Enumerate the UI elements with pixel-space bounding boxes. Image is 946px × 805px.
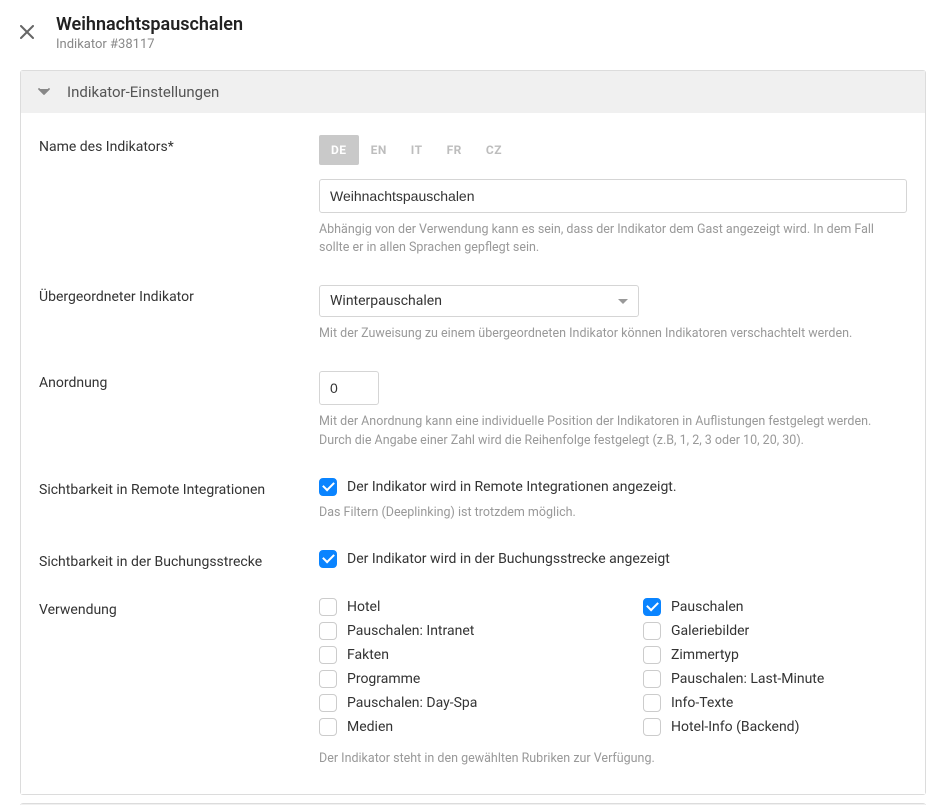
panel-body-settings: Name des Indikators* DE EN IT FR CZ Abhä… <box>21 113 925 794</box>
usage-gallery-label: Galeriebilder <box>671 623 749 639</box>
label-parent-indicator: Übergeordneter Indikator <box>39 285 319 343</box>
usage-packages-intranet-checkbox[interactable] <box>319 622 337 640</box>
usage-packages-checkbox[interactable] <box>643 598 661 616</box>
label-order: Anordnung <box>39 371 319 449</box>
usage-infotexts-checkbox[interactable] <box>643 694 661 712</box>
lang-tab-it[interactable]: IT <box>399 135 435 165</box>
modal-header: Weihnachtspauschalen Indikator #38117 <box>0 0 946 70</box>
lang-tab-fr[interactable]: FR <box>435 135 474 165</box>
label-remote-visibility: Sichtbarkeit in Remote Integrationen <box>39 478 319 522</box>
booking-visibility-checkbox[interactable] <box>319 550 337 568</box>
parent-indicator-value: Winterpauschalen <box>330 293 442 309</box>
lang-tab-en[interactable]: EN <box>359 135 399 165</box>
usage-packages-intranet-label: Pauschalen: Intranet <box>347 623 474 639</box>
usage-infotexts-label: Info-Texte <box>671 695 733 711</box>
help-usage: Der Indikator steht in den gewählten Rub… <box>319 750 907 768</box>
usage-roomtype-checkbox[interactable] <box>643 646 661 664</box>
usage-packages-dayspa-checkbox[interactable] <box>319 694 337 712</box>
order-input[interactable] <box>319 371 379 405</box>
usage-packages-dayspa-label: Pauschalen: Day-Spa <box>347 695 477 711</box>
usage-facts-label: Fakten <box>347 647 389 663</box>
label-booking-visibility: Sichtbarkeit in der Buchungsstrecke <box>39 550 319 570</box>
usage-media-label: Medien <box>347 719 393 735</box>
usage-col-left: Hotel Pauschalen: Intranet Fakten Progra… <box>319 598 583 742</box>
chevron-down-icon <box>37 85 51 99</box>
settings-modal: Weihnachtspauschalen Indikator #38117 In… <box>0 0 946 805</box>
panel-indicator-settings: Indikator-Einstellungen Name des Indikat… <box>20 70 926 795</box>
modal-body: Indikator-Einstellungen Name des Indikat… <box>0 70 946 805</box>
usage-hotel-checkbox[interactable] <box>319 598 337 616</box>
usage-hotelinfo-backend-checkbox[interactable] <box>643 718 661 736</box>
usage-hotel-label: Hotel <box>347 599 380 615</box>
remote-visibility-checkbox[interactable] <box>319 478 337 496</box>
help-order: Mit der Anordnung kann eine individuelle… <box>319 413 907 449</box>
parent-indicator-select[interactable]: Winterpauschalen <box>319 285 639 317</box>
close-icon[interactable] <box>20 22 34 42</box>
usage-programs-checkbox[interactable] <box>319 670 337 688</box>
usage-packages-lastminute-checkbox[interactable] <box>643 670 661 688</box>
help-remote-visibility: Das Filtern (Deeplinking) ist trotzdem m… <box>319 504 907 522</box>
usage-programs-label: Programme <box>347 671 420 687</box>
label-indicator-name: Name des Indikators* <box>39 135 319 257</box>
usage-facts-checkbox[interactable] <box>319 646 337 664</box>
help-parent-indicator: Mit der Zuweisung zu einem übergeordnete… <box>319 325 907 343</box>
help-indicator-name: Abhängig von der Verwendung kann es sein… <box>319 221 907 257</box>
booking-visibility-check-label: Der Indikator wird in der Buchungsstreck… <box>347 550 670 568</box>
usage-col-right: Pauschalen Galeriebilder Zimmertyp Pausc… <box>643 598 907 742</box>
lang-tab-de[interactable]: DE <box>319 135 359 165</box>
usage-packages-label: Pauschalen <box>671 599 744 615</box>
label-usage: Verwendung <box>39 598 319 768</box>
usage-roomtype-label: Zimmertyp <box>671 647 739 663</box>
panel-title-settings: Indikator-Einstellungen <box>67 83 219 101</box>
usage-gallery-checkbox[interactable] <box>643 622 661 640</box>
lang-tab-cz[interactable]: CZ <box>474 135 514 165</box>
language-tabs: DE EN IT FR CZ <box>319 135 907 165</box>
usage-hotelinfo-backend-label: Hotel-Info (Backend) <box>671 719 799 735</box>
chevron-down-icon <box>618 293 628 309</box>
remote-visibility-check-label: Der Indikator wird in Remote Integration… <box>347 478 677 496</box>
page-title: Weihnachtspauschalen <box>56 14 243 35</box>
usage-packages-lastminute-label: Pauschalen: Last-Minute <box>671 671 824 687</box>
usage-media-checkbox[interactable] <box>319 718 337 736</box>
page-subtitle: Indikator #38117 <box>56 37 243 52</box>
indicator-name-input[interactable] <box>319 179 907 213</box>
panel-header-settings[interactable]: Indikator-Einstellungen <box>21 71 925 113</box>
